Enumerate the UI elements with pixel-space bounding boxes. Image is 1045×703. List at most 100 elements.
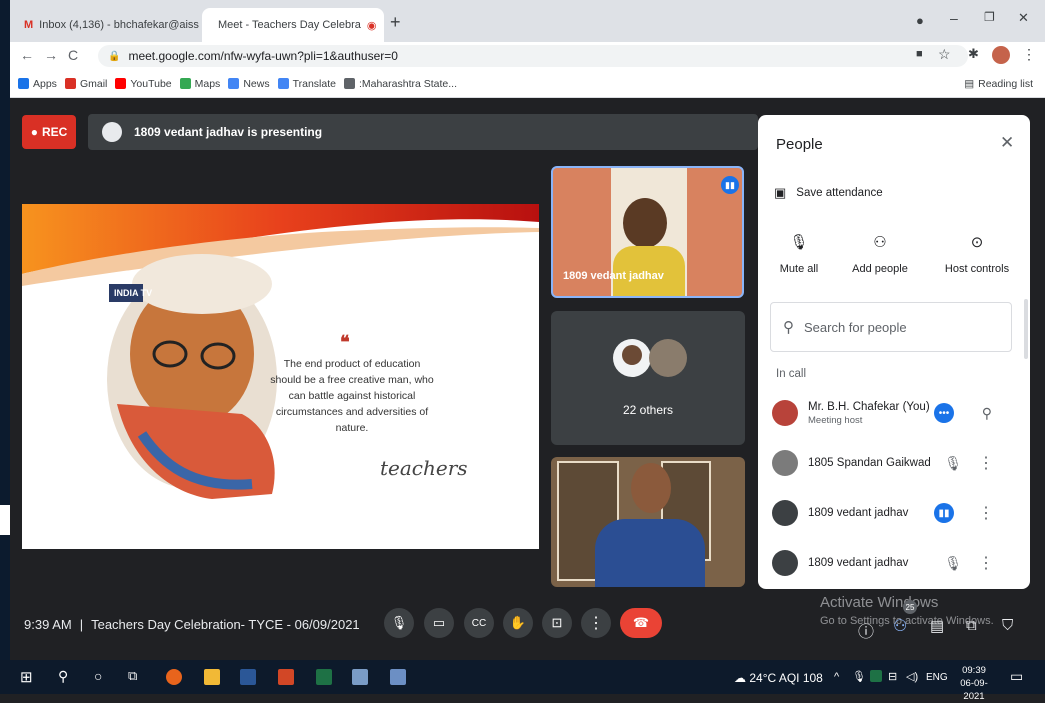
browser-menu-icon[interactable]: ⋮ <box>1022 46 1036 63</box>
notifications-icon[interactable]: ▭ <box>1010 668 1023 685</box>
people-icon[interactable]: ⚇ <box>893 616 907 636</box>
others-tile[interactable]: 22 others <box>551 311 745 445</box>
more-options-icon[interactable]: ⋮ <box>978 503 994 523</box>
calculator-icon[interactable] <box>390 669 406 685</box>
camera-icon: ▭ <box>432 615 446 630</box>
bookmark-news[interactable]: News <box>228 78 270 90</box>
host-controls-button[interactable]: ⊙ Host controls <box>942 233 1012 275</box>
present-button[interactable]: ⊡ <box>542 608 572 638</box>
close-panel-icon[interactable]: ✕ <box>1000 133 1014 153</box>
tray-app-icon[interactable] <box>870 670 882 682</box>
powerpoint-icon[interactable] <box>278 669 294 685</box>
more-options-icon[interactable]: ⋮ <box>978 453 994 473</box>
system-clock[interactable]: 09:39 06-09-2021 <box>952 664 996 703</box>
action-label: Host controls <box>944 263 1010 275</box>
close-tab-icon[interactable]: ✕ <box>376 18 384 32</box>
raise-hand-button[interactable]: ✋ <box>503 608 533 638</box>
panel-scrollbar[interactable] <box>1024 299 1028 359</box>
more-options-button[interactable]: ⋮ <box>581 608 611 638</box>
participant-row[interactable]: Mr. B.H. Chafekar (You) Meeting host •••… <box>772 393 1018 433</box>
bookmark-label: Gmail <box>79 77 108 90</box>
minimize-button[interactable]: – <box>950 10 958 26</box>
activities-icon[interactable]: ⧉ <box>966 617 977 634</box>
mic-off-icon: 🎙 <box>944 454 962 471</box>
camera-button[interactable]: ▭ <box>424 608 454 638</box>
search-icon: ⚲ <box>783 319 794 336</box>
bookmark-gmail[interactable]: Gmail <box>64 77 108 90</box>
task-view-icon[interactable]: ⧉ <box>128 668 137 684</box>
reading-list[interactable]: ▤ Reading list <box>964 78 1033 90</box>
info-icon[interactable]: ⓘ <box>858 618 874 642</box>
presenting-bar: 1809 vedant jadhav is presenting <box>88 114 758 150</box>
chat-icon[interactable]: ▤ <box>930 617 944 635</box>
url-field[interactable]: 🔒 meet.google.com/nfw-wyfa-uwn?pli=1&aut… <box>98 45 968 67</box>
host-video-tile[interactable] <box>551 457 745 587</box>
restore-button[interactable]: ❐ <box>984 10 995 24</box>
windows-start-icon[interactable]: ⊞ <box>20 668 33 686</box>
volume-icon[interactable]: ◁) <box>906 670 918 683</box>
weather-widget[interactable]: ☁ 24°C AQI 108 <box>734 671 823 685</box>
participant-avatar <box>613 339 651 377</box>
language-indicator[interactable]: ENG <box>926 672 948 683</box>
india-tv-logo: INDIA TV <box>114 288 153 298</box>
search-icon[interactable]: ⚲ <box>58 668 68 685</box>
emblem-icon <box>343 78 355 89</box>
bookmark-star-icon[interactable]: ☆ <box>938 46 951 63</box>
search-people-input[interactable]: ⚲ Search for people <box>770 302 1012 352</box>
save-attendance-button[interactable]: ▣ Save attendance <box>774 185 883 201</box>
leave-call-button[interactable]: ☎ <box>620 608 662 638</box>
participant-name: 1805 Spandan Gaikwad <box>808 457 931 469</box>
reload-icon[interactable]: C <box>68 47 78 63</box>
file-explorer-icon[interactable] <box>204 669 220 685</box>
mic-button[interactable]: 🎙 <box>384 608 414 638</box>
word-icon[interactable] <box>240 669 256 685</box>
desktop-window-edge <box>0 505 10 535</box>
people-count-badge: 25 <box>903 600 917 614</box>
forward-icon[interactable]: → <box>44 47 58 63</box>
presenter-video-tile[interactable]: ▮▮ 1809 vedant jadhav <box>551 166 744 298</box>
cortana-icon[interactable]: ○ <box>94 668 102 684</box>
participant-row[interactable]: 1809 vedant jadhav ▮▮ ⋮ <box>772 493 1018 533</box>
more-vert-icon: ⋮ <box>588 615 604 632</box>
profile-record-icon[interactable]: ● <box>916 13 924 28</box>
mute-all-button[interactable]: 🎙 Mute all <box>772 233 826 275</box>
participant-avatar <box>772 500 798 526</box>
back-icon[interactable]: ← <box>20 47 34 63</box>
host-lock-icon[interactable]: ⛉ <box>1002 617 1013 634</box>
excel-icon[interactable] <box>316 669 332 685</box>
chrome-icon[interactable] <box>166 669 182 685</box>
tab-label: Inbox (4,136) - bhchafekar@aiss <box>39 19 199 31</box>
bookmark-translate[interactable]: Translate <box>277 78 336 90</box>
captions-button[interactable]: CC <box>464 608 494 638</box>
more-options-icon[interactable]: ⋮ <box>978 553 994 573</box>
camera-icon[interactable]: ■ <box>916 48 923 60</box>
tab-meet[interactable]: Meet - Teachers Day Celebra ◉ ✕ <box>202 8 384 42</box>
translate-icon <box>277 78 289 89</box>
participant-row[interactable]: 1809 vedant jadhav 🎙 ⋮ <box>772 543 1018 583</box>
tab-label: Meet - Teachers Day Celebra <box>218 19 361 31</box>
bookmark-apps[interactable]: Apps <box>18 78 57 90</box>
address-bar-row: ← → C 🔒 meet.google.com/nfw-wyfa-uwn?pli… <box>10 42 1045 70</box>
bookmark-maharashtra[interactable]: :Maharashtra State... <box>343 78 457 90</box>
extensions-icon[interactable]: ✱ <box>968 46 979 62</box>
add-people-button[interactable]: ⚇ Add people <box>848 233 912 275</box>
bookmark-maps[interactable]: Maps <box>179 78 220 90</box>
tab-bar: M Inbox (4,136) - bhchafekar@aiss ✕ Meet… <box>10 0 1045 42</box>
participant-name: 1809 vedant jadhav <box>808 557 909 569</box>
meeting-details: 9:39 AM | Teachers Day Celebration- TYCE… <box>24 617 360 632</box>
desktop-left-edge <box>0 0 10 694</box>
tab-inbox[interactable]: M Inbox (4,136) - bhchafekar@aiss ✕ <box>14 8 200 42</box>
tray-mic-icon[interactable]: 🎙 <box>852 670 866 683</box>
recording-badge: ● REC <box>22 115 76 149</box>
participant-row[interactable]: 1805 Spandan Gaikwad 🎙 ⋮ <box>772 443 1018 483</box>
participant-avatar <box>772 450 798 476</box>
network-icon[interactable]: ⊟ <box>888 670 897 683</box>
paint-icon[interactable] <box>352 669 368 685</box>
new-tab-button[interactable]: + <box>390 12 401 33</box>
close-window-button[interactable]: ✕ <box>1018 10 1029 26</box>
close-tab-icon[interactable]: ✕ <box>199 18 200 32</box>
pin-icon[interactable]: ⚲ <box>982 405 992 422</box>
tray-chevron-icon[interactable]: ^ <box>834 671 839 683</box>
profile-avatar[interactable] <box>992 46 1010 64</box>
bookmark-youtube[interactable]: YouTube <box>115 78 172 90</box>
